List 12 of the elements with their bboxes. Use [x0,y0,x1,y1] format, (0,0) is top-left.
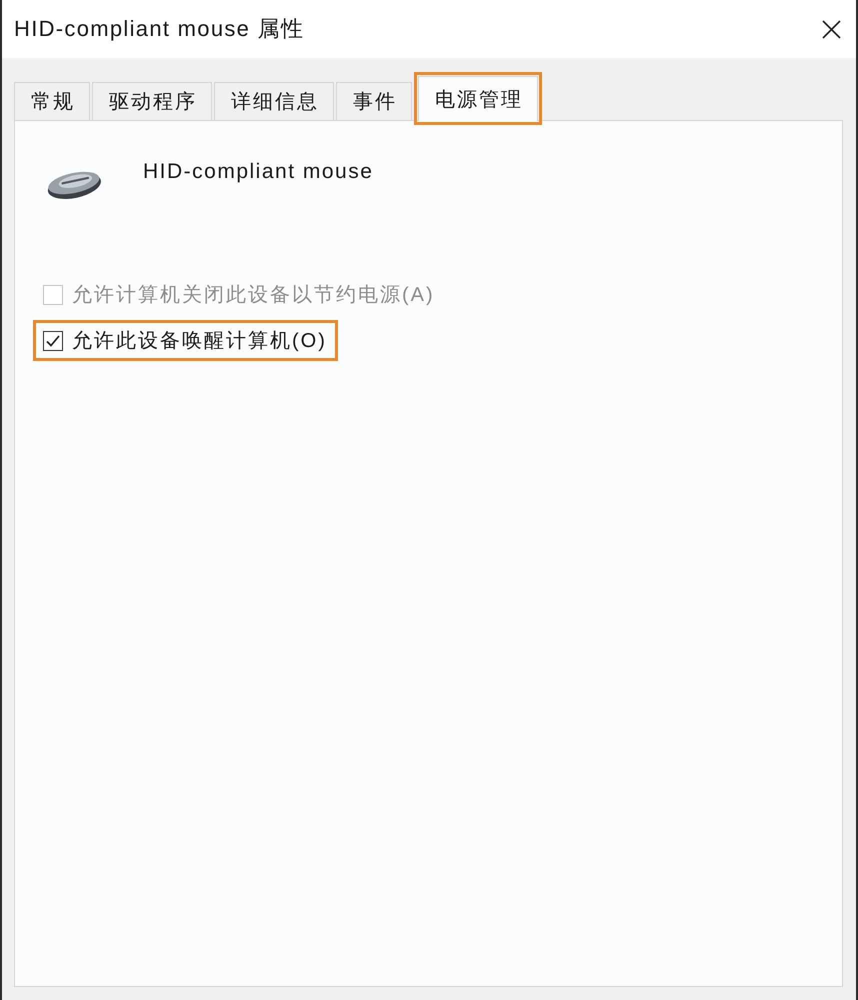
tab[interactable]: 事件 [336,82,412,120]
window-title: HID-compliant mouse 属性 [14,15,304,43]
tab[interactable]: 常规 [14,82,90,120]
tab[interactable]: 驱动程序 [92,82,212,120]
tab[interactable]: 电源管理 [418,76,538,121]
tab[interactable]: 详细信息 [214,82,334,120]
checkbox-label: 允许此设备唤醒计算机(O) [72,329,327,354]
close-icon [822,20,840,38]
checkbox[interactable] [43,330,63,350]
close-button[interactable] [820,18,842,40]
device-name: HID-compliant mouse [143,160,374,184]
checkbox-label: 允许计算机关闭此设备以节约电源(A) [72,283,435,308]
